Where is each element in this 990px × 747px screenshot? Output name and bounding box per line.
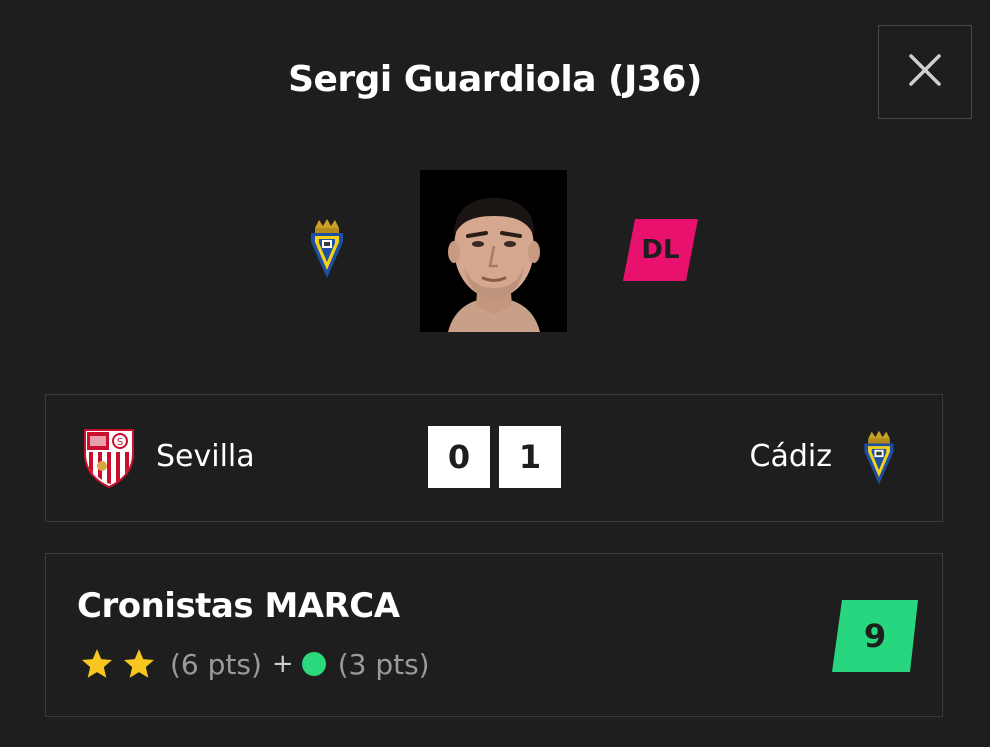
rating-source-title: Cronistas MARCA: [77, 586, 400, 626]
total-points: 9: [863, 617, 887, 655]
player-photo: [420, 170, 567, 332]
rating-box: [45, 553, 943, 717]
position-label: DL: [641, 235, 680, 265]
away-team-name: Cádiz: [749, 439, 832, 474]
position-badge: DL: [623, 219, 698, 281]
home-score: 0: [428, 426, 490, 488]
bonus-points: (3 pts): [337, 647, 430, 681]
home-team-name: Sevilla: [156, 439, 255, 474]
star-icon: [122, 647, 156, 681]
plus-sign: +: [271, 649, 294, 679]
cadiz-crest-icon: [859, 428, 899, 488]
player-detail-modal: Sergi Guardiola (J36) DL S Sevilla 0 1 C…: [0, 0, 990, 747]
sevilla-crest-icon: S: [82, 426, 136, 489]
away-score: 1: [499, 426, 561, 488]
svg-text:S: S: [117, 437, 123, 448]
player-title: Sergi Guardiola (J36): [288, 59, 702, 100]
star-icon: [80, 647, 114, 681]
close-button[interactable]: [878, 25, 972, 119]
cadiz-crest-icon: [305, 218, 349, 280]
stars-points: (6 pts): [170, 647, 262, 681]
rating-breakdown: (6 pts) + (3 pts): [80, 642, 430, 686]
total-points-badge: 9: [832, 600, 918, 672]
close-icon: [908, 53, 942, 91]
green-dot-icon: [301, 652, 326, 676]
